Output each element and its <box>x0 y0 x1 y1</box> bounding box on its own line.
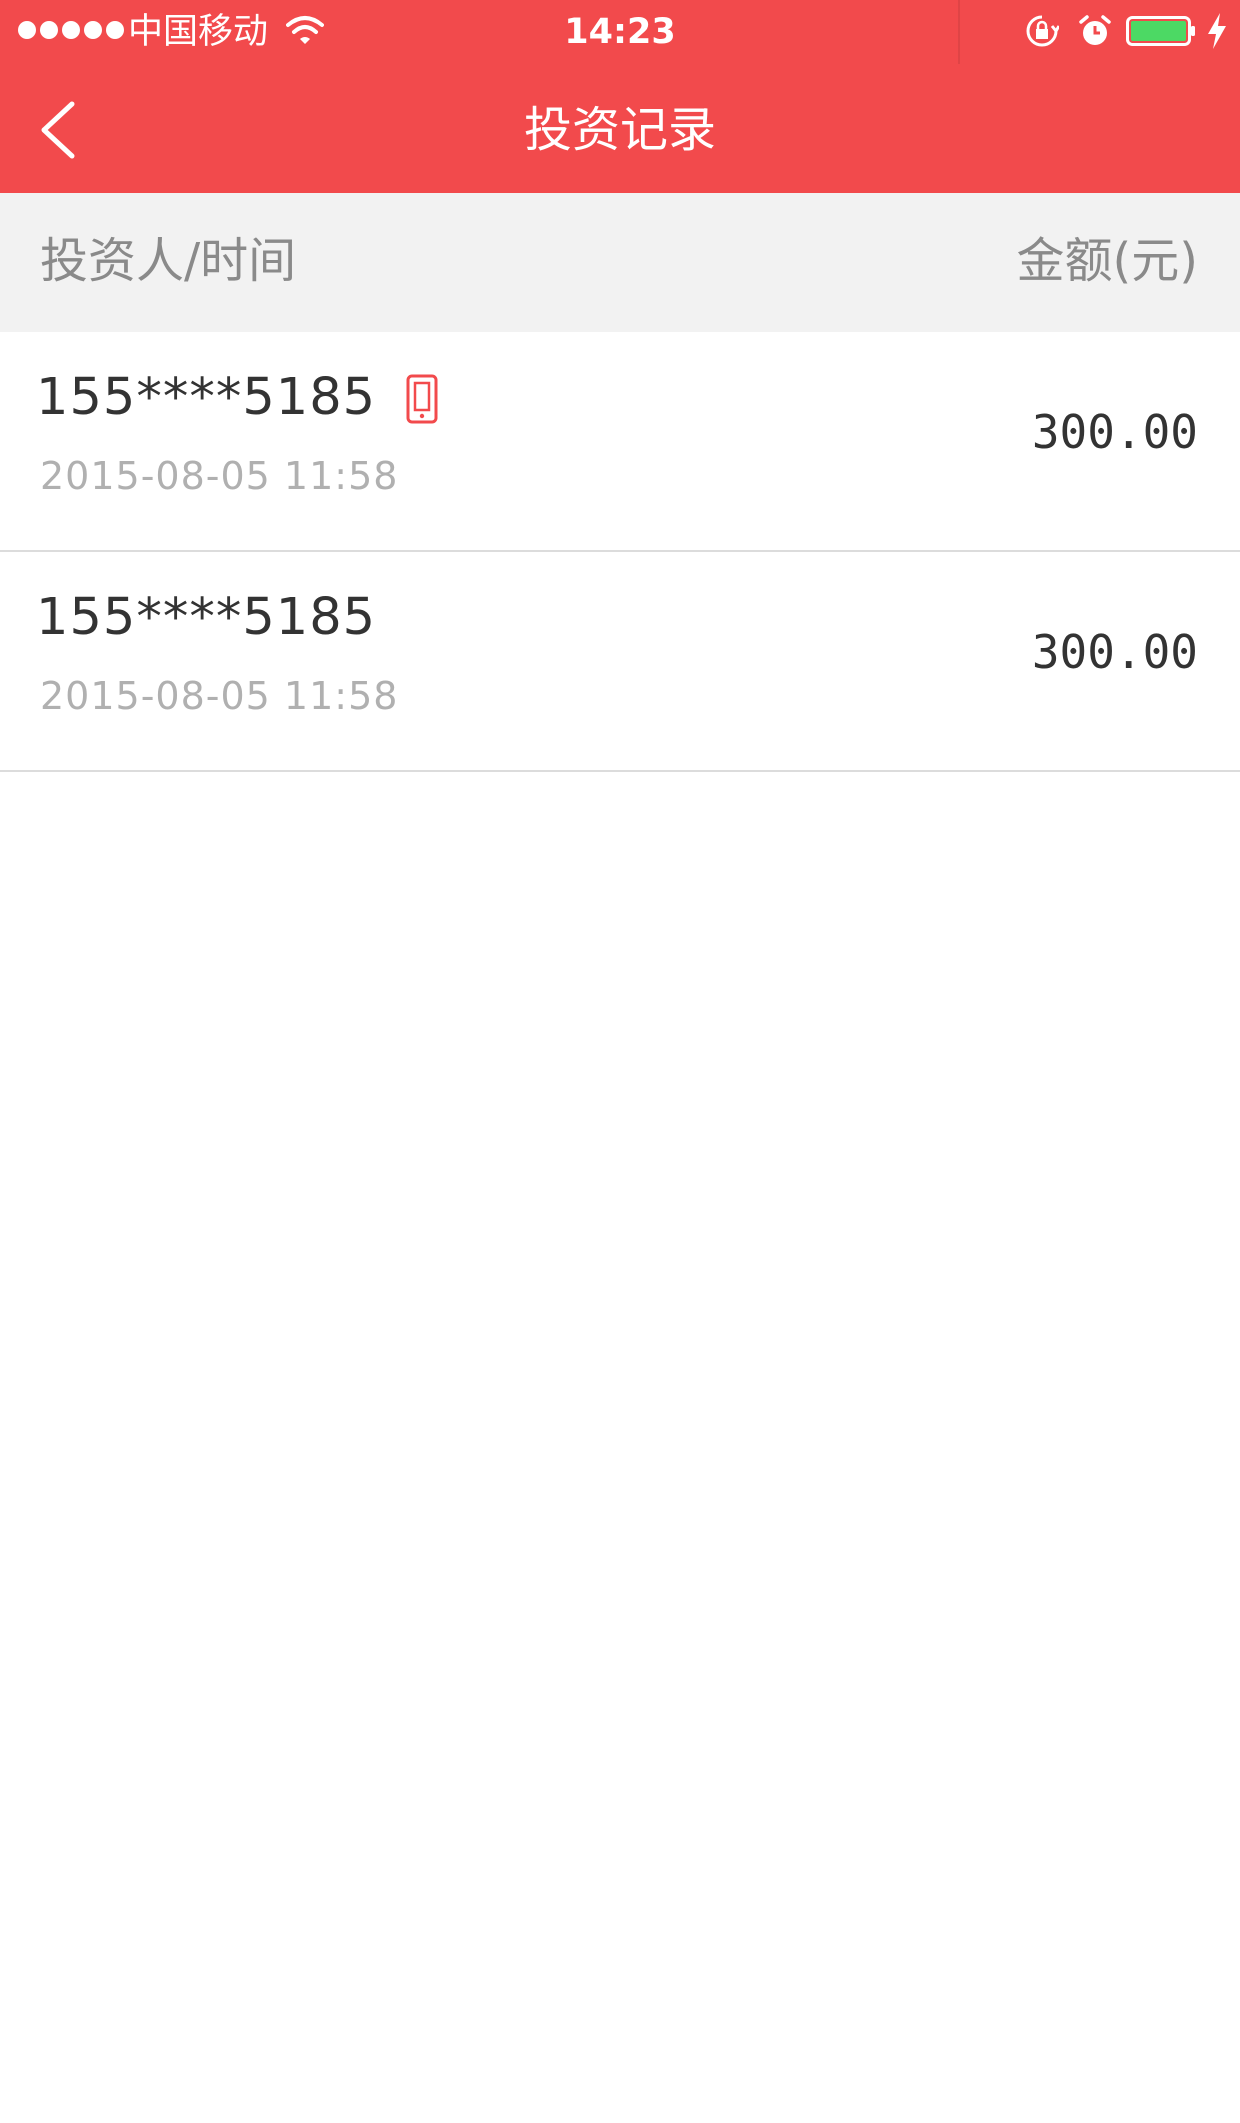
page-title: 投资记录 <box>523 102 716 158</box>
charging-icon <box>1208 13 1226 49</box>
list-item[interactable]: 155****5185 2015-08-05 11:58 300.00 <box>0 332 1240 552</box>
list-header: 投资人/时间 金额(元) <box>0 193 1240 332</box>
list-item[interactable]: 155****5185 2015-08-05 11:58 300.00 <box>0 552 1240 772</box>
column-header-amount: 金额(元) <box>1016 233 1198 289</box>
investment-time: 2015-08-05 11:58 <box>40 674 399 718</box>
navigation-bar: 投资记录 <box>0 64 1240 193</box>
rotation-lock-icon <box>1026 15 1059 47</box>
mobile-phone-icon <box>406 374 438 424</box>
investor-phone: 155****5185 <box>36 368 377 427</box>
status-divider <box>958 0 960 64</box>
battery-icon <box>1126 16 1195 46</box>
investment-amount: 300.00 <box>1031 405 1198 459</box>
investment-time: 2015-08-05 11:58 <box>40 454 399 498</box>
alarm-icon <box>1079 15 1111 45</box>
status-bar: 中国移动 14:23 <box>0 0 1240 64</box>
column-header-investor-time: 投资人/时间 <box>40 233 297 289</box>
investor-phone: 155****5185 <box>36 588 377 647</box>
top-bar: 中国移动 14:23 投资记录 <box>0 0 1240 193</box>
investment-amount: 300.00 <box>1031 625 1198 679</box>
